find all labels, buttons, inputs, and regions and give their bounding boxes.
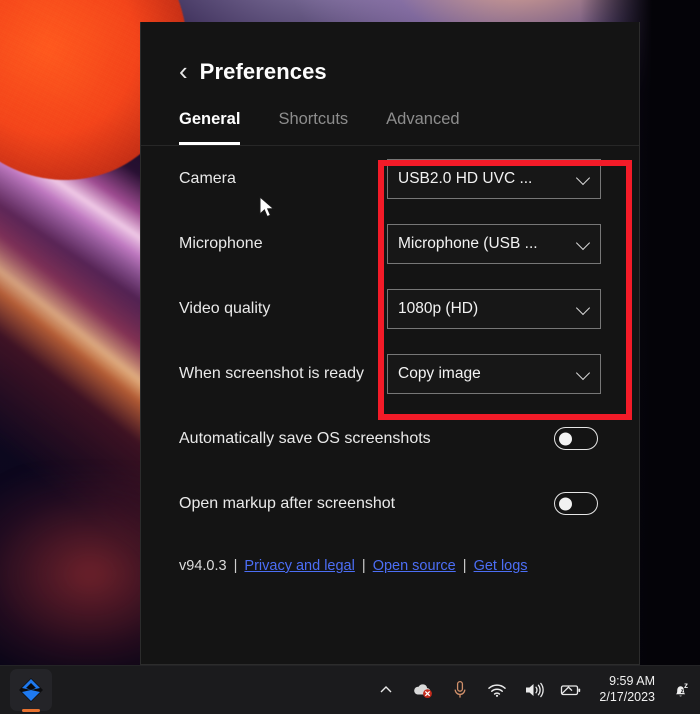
setting-row-microphone: Microphone Microphone (USB ... [179,211,601,276]
bell-do-not-disturb-icon[interactable]: z z [670,679,692,701]
panel-footer: v94.0.3 | Privacy and legal | Open sourc… [141,536,639,574]
setting-label-open-markup: Open markup after screenshot [179,494,396,512]
setting-label-microphone: Microphone [179,234,263,252]
tab-advanced[interactable]: Advanced [386,104,459,145]
auto-save-toggle[interactable] [554,427,598,450]
get-logs-link[interactable]: Get logs [474,558,528,574]
wifi-icon[interactable] [486,679,508,701]
setting-row-video-quality: Video quality 1080p (HD) [179,276,601,341]
tab-general[interactable]: General [179,104,241,145]
taskbar-app-active-indicator [22,709,40,712]
footer-separator: | [361,558,366,574]
system-tray: 9:59 AM 2/17/2023 z z [375,674,700,705]
chevron-down-icon [577,302,590,315]
chevron-up-icon[interactable] [375,679,397,701]
setting-label-camera: Camera [179,169,236,187]
tab-shortcuts[interactable]: Shortcuts [278,104,348,145]
clock-date: 2/17/2023 [599,690,655,704]
microphone-select[interactable]: Microphone (USB ... [387,223,601,264]
privacy-and-legal-link[interactable]: Privacy and legal [244,558,354,574]
camera-select-value: USB2.0 HD UVC ... [398,169,533,187]
taskbar: 9:59 AM 2/17/2023 z z [0,665,700,714]
battery-icon[interactable] [560,679,582,701]
chevron-down-icon [577,367,590,380]
setting-row-auto-save: Automatically save OS screenshots [179,406,601,471]
footer-separator: | [233,558,238,574]
open-markup-toggle[interactable] [554,492,598,515]
back-icon[interactable]: ‹ [179,58,188,84]
setting-label-video-quality: Video quality [179,299,271,317]
microphone-select-value: Microphone (USB ... [398,234,538,252]
clock-time: 9:59 AM [609,674,655,689]
microphone-icon[interactable] [449,679,471,701]
tab-bar: General Shortcuts Advanced [141,104,639,146]
setting-row-camera: Camera USB2.0 HD UVC ... [179,146,601,211]
taskbar-app-button[interactable] [10,669,52,712]
screenshot-ready-select-value: Copy image [398,364,481,382]
panel-header: ‹ Preferences [141,22,639,94]
preferences-panel: ‹ Preferences General Shortcuts Advanced… [140,22,640,665]
toggle-knob [559,432,572,445]
page-title: Preferences [199,59,327,84]
camera-select[interactable]: USB2.0 HD UVC ... [387,158,601,199]
open-source-link[interactable]: Open source [373,558,456,574]
footer-separator: | [462,558,467,574]
settings-list: Camera USB2.0 HD UVC ... Microphone Micr… [141,146,639,536]
setting-row-open-markup: Open markup after screenshot [179,471,601,536]
app-diamond-icon [19,678,43,702]
screenshot-ready-select[interactable]: Copy image [387,353,601,394]
setting-label-screenshot-ready: When screenshot is ready [179,364,364,382]
svg-text:z: z [684,681,688,690]
chevron-down-icon [577,172,590,185]
toggle-knob [559,497,572,510]
setting-row-screenshot-ready: When screenshot is ready Copy image [179,341,601,406]
video-quality-select[interactable]: 1080p (HD) [387,288,601,329]
speaker-icon[interactable] [523,679,545,701]
version-label: v94.0.3 [179,558,227,574]
onedrive-error-icon[interactable] [412,679,434,701]
video-quality-select-value: 1080p (HD) [398,299,479,317]
chevron-down-icon [577,237,590,250]
taskbar-clock[interactable]: 9:59 AM 2/17/2023 [599,674,655,705]
setting-label-auto-save: Automatically save OS screenshots [179,429,431,447]
